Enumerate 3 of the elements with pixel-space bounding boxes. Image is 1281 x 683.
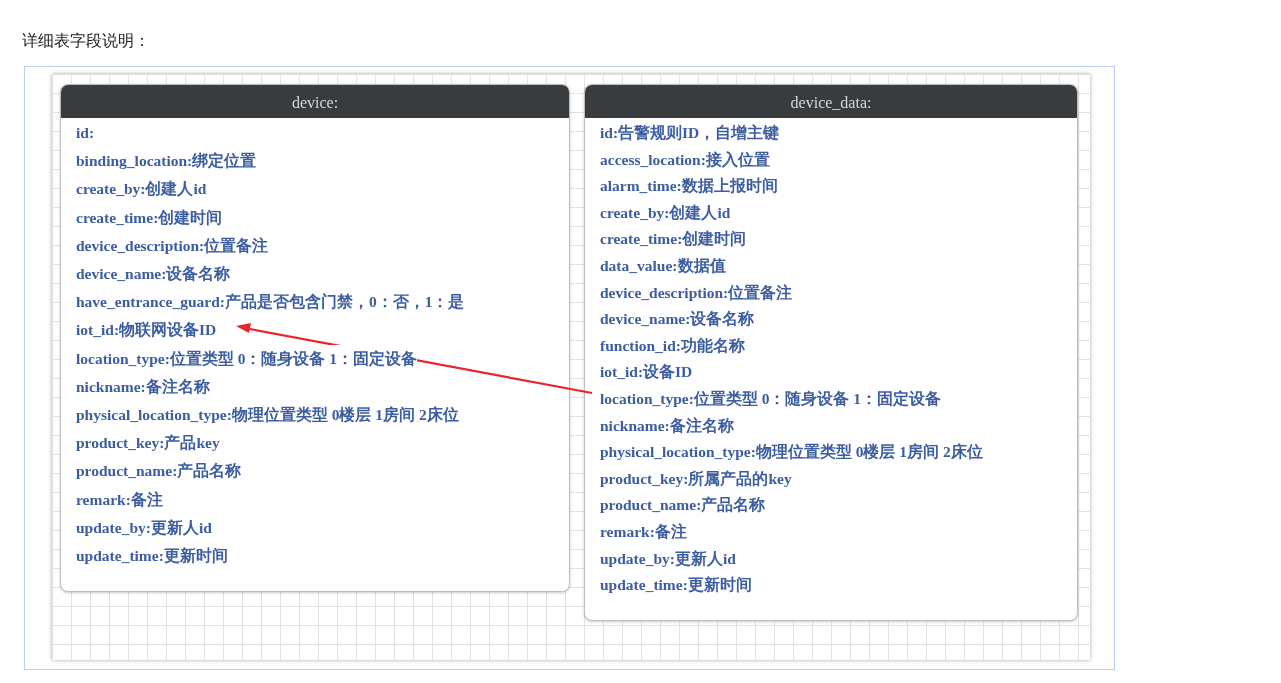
- table-title: device_data:: [585, 85, 1077, 118]
- table-title: device:: [61, 85, 569, 118]
- section-heading: 详细表字段说明：: [22, 30, 151, 52]
